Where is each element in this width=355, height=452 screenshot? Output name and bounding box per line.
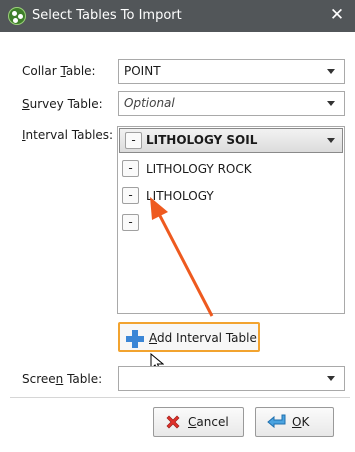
add-interval-table-label: Add Interval Table (149, 331, 257, 345)
chevron-down-icon[interactable] (318, 367, 344, 390)
screen-table-label: Screen Table: (22, 372, 103, 386)
enter-arrow-icon (267, 414, 286, 429)
cancel-button[interactable]: Cancel (153, 407, 244, 437)
ok-button[interactable]: OK (255, 407, 334, 437)
red-x-icon (166, 415, 180, 429)
screen-table-dropdown[interactable] (118, 366, 345, 391)
add-interval-table-button[interactable]: Add Interval Table (118, 322, 260, 352)
ok-label: OK (292, 415, 310, 429)
plus-icon (126, 330, 144, 348)
footer-divider (10, 397, 350, 398)
cancel-label: Cancel (188, 415, 229, 429)
